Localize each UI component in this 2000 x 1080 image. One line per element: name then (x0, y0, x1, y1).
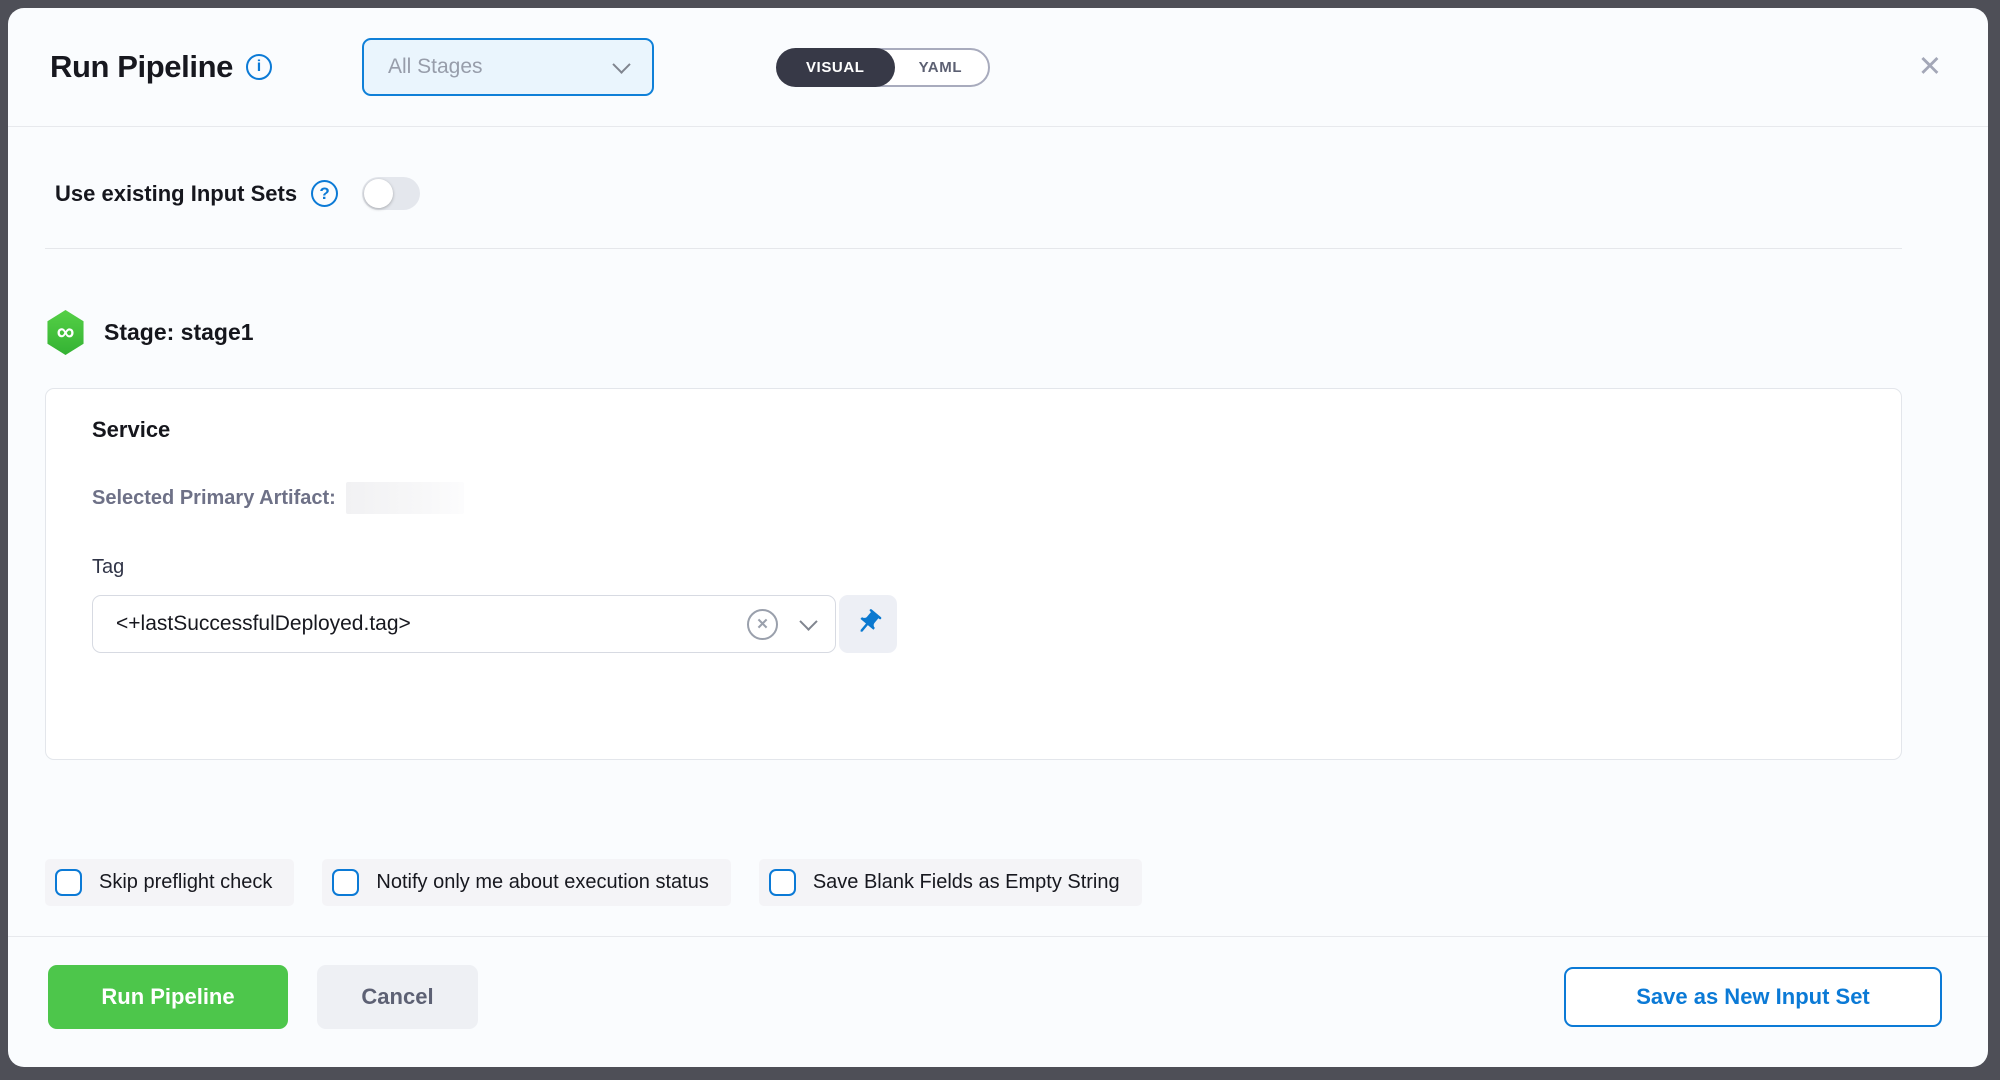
stage-selector-value: All Stages (388, 55, 615, 79)
artifact-value-redacted (346, 482, 464, 514)
tag-input[interactable]: <+lastSuccessfulDeployed.tag> ✕ (92, 595, 836, 653)
pin-icon (854, 608, 883, 640)
artifact-row: Selected Primary Artifact: (92, 482, 1855, 514)
selected-artifact-label: Selected Primary Artifact: (92, 487, 336, 510)
option-chip-skip-preflight: Skip preflight check (45, 859, 294, 906)
option-chip-notify-only-me: Notify only me about execution status (322, 859, 730, 906)
page-title: Run Pipeline (50, 49, 233, 85)
stage-label: Stage: stage1 (104, 319, 254, 346)
input-sets-toggle[interactable] (362, 177, 420, 210)
checkbox-save-blank-fields[interactable] (769, 869, 796, 896)
dialog-footer: Run Pipeline Cancel Save as New Input Se… (8, 936, 1988, 1067)
option-chip-save-blank-fields: Save Blank Fields as Empty String (759, 859, 1142, 906)
pin-button[interactable] (839, 595, 897, 653)
toggle-knob (364, 179, 393, 208)
run-pipeline-dialog: Run Pipeline i All Stages VISUAL YAML ✕ … (8, 8, 1988, 1067)
cancel-button[interactable]: Cancel (317, 965, 478, 1029)
tag-input-row: <+lastSuccessfulDeployed.tag> ✕ (92, 595, 1855, 653)
dialog-content: Use existing Input Sets ? ∞ Stage: stage… (8, 127, 1988, 936)
option-label: Skip preflight check (99, 871, 272, 894)
input-sets-row: Use existing Input Sets ? (45, 177, 1902, 210)
tab-visual[interactable]: VISUAL (776, 48, 895, 87)
save-as-new-input-set-button[interactable]: Save as New Input Set (1564, 967, 1942, 1027)
execution-options-row: Skip preflight check Notify only me abou… (45, 859, 1902, 906)
close-icon[interactable]: ✕ (1918, 53, 1942, 82)
section-divider (45, 248, 1902, 249)
chevron-down-icon (612, 55, 630, 73)
visual-yaml-toggle: VISUAL YAML (776, 48, 990, 87)
clear-icon[interactable]: ✕ (747, 609, 778, 640)
info-icon[interactable]: i (246, 54, 272, 80)
tag-label: Tag (92, 556, 1855, 579)
deploy-stage-icon: ∞ (45, 310, 86, 355)
option-label: Notify only me about execution status (376, 871, 708, 894)
chevron-down-icon[interactable] (799, 612, 817, 630)
input-sets-label: Use existing Input Sets (55, 181, 297, 207)
option-label: Save Blank Fields as Empty String (813, 871, 1120, 894)
help-icon[interactable]: ? (311, 180, 338, 207)
tag-input-value: <+lastSuccessfulDeployed.tag> (116, 612, 747, 636)
checkbox-notify-only-me[interactable] (332, 869, 359, 896)
dialog-header: Run Pipeline i All Stages VISUAL YAML ✕ (8, 8, 1988, 127)
service-card: Service Selected Primary Artifact: Tag <… (45, 388, 1902, 760)
service-card-title: Service (92, 417, 1855, 443)
run-pipeline-button[interactable]: Run Pipeline (48, 965, 288, 1029)
stage-row: ∞ Stage: stage1 (45, 310, 1902, 355)
checkbox-skip-preflight[interactable] (55, 869, 82, 896)
stage-selector-dropdown[interactable]: All Stages (362, 38, 654, 96)
